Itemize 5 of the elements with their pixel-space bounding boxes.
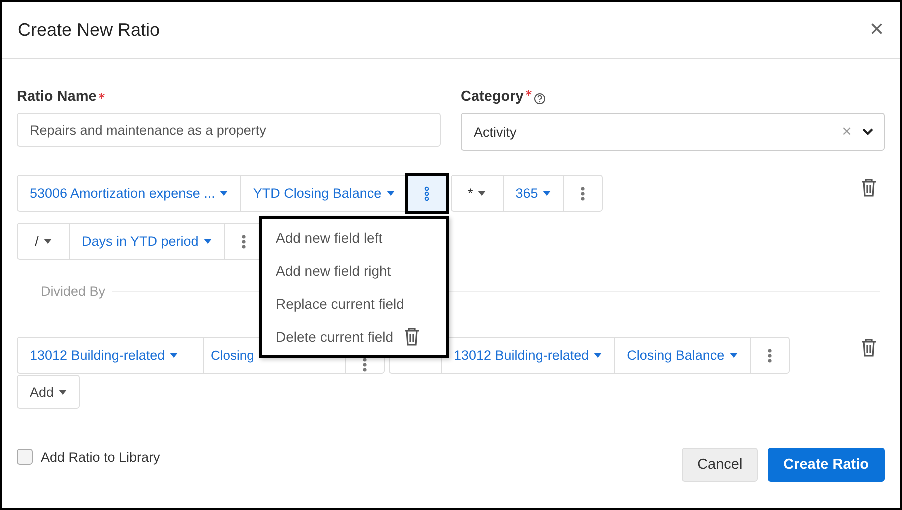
field-label: Category <box>461 89 524 105</box>
checkbox-label: Add Ratio to Library <box>41 450 160 464</box>
window-title: Create New Ratio <box>18 20 160 40</box>
field-label: Ratio Name <box>17 89 97 105</box>
section-label: Divided By <box>40 284 106 299</box>
